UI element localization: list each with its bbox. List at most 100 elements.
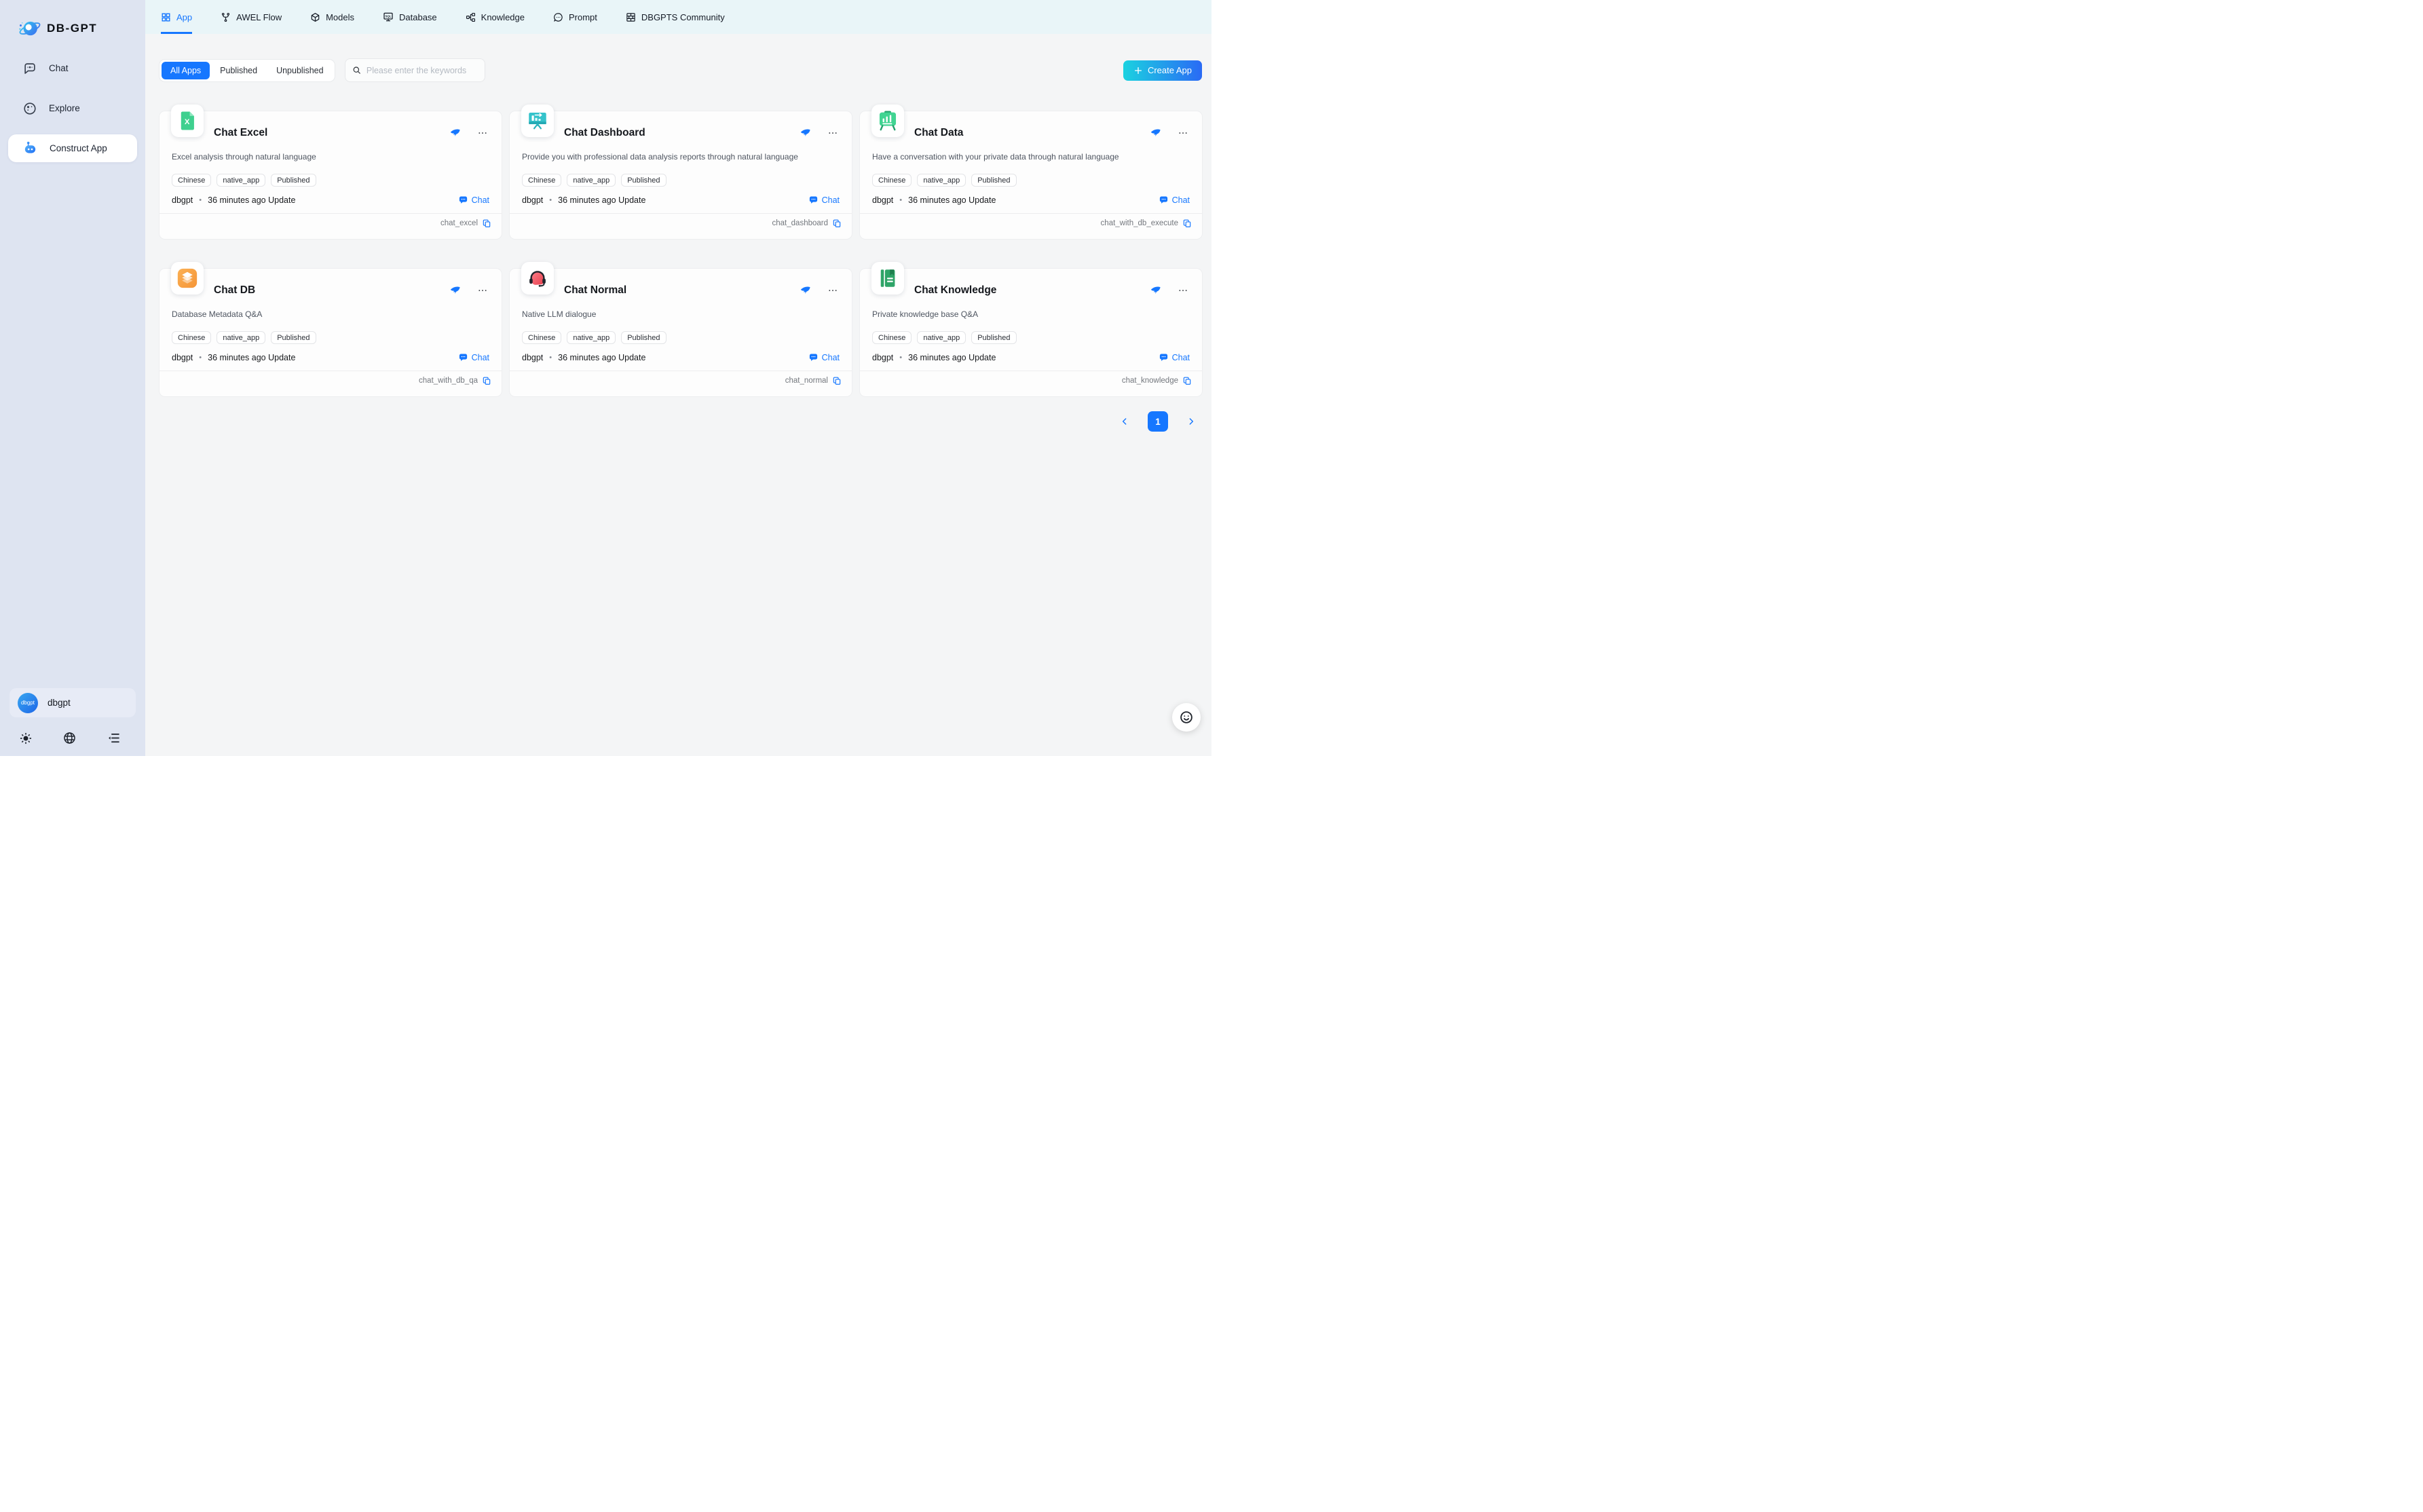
apps-toolbar: All Apps Published Unpublished Create Ap…	[159, 58, 1202, 82]
chat-link[interactable]: Chat	[458, 195, 489, 205]
chat-filled-icon	[1159, 352, 1169, 362]
dingtalk-share-button[interactable]	[800, 285, 811, 297]
dingtalk-share-button[interactable]	[449, 285, 461, 297]
nodes-icon	[466, 12, 476, 22]
dingtalk-share-button[interactable]	[1150, 128, 1161, 139]
tag: native_app	[917, 174, 966, 187]
filter-published[interactable]: Published	[211, 62, 266, 79]
tab-app[interactable]: App	[161, 0, 192, 34]
tag: native_app	[217, 331, 265, 344]
more-options-button[interactable]	[477, 128, 488, 138]
owner-name: dbgpt	[872, 353, 893, 362]
app-code: chat_knowledge	[1122, 377, 1178, 385]
search-input[interactable]	[367, 66, 478, 75]
app-card-description: Native LLM dialogue	[522, 309, 840, 323]
copy-code-button[interactable]	[832, 376, 842, 385]
chat-link[interactable]: Chat	[808, 352, 840, 362]
sidebar-item-construct-app[interactable]: Construct App	[8, 134, 137, 162]
dingtalk-share-button[interactable]	[1150, 285, 1161, 297]
app-card-chat-excel[interactable]: X Chat Excel	[159, 111, 502, 239]
app-card-description: Have a conversation with your private da…	[872, 152, 1190, 166]
app-card-title: Chat Excel	[214, 127, 267, 139]
ellipsis-icon	[477, 128, 488, 138]
tag: Chinese	[522, 331, 561, 344]
page-number-1[interactable]: 1	[1148, 411, 1168, 432]
chat-link[interactable]: Chat	[1159, 195, 1190, 205]
tab-label: Prompt	[569, 12, 597, 22]
copy-code-button[interactable]	[1182, 376, 1192, 385]
copy-icon	[1182, 219, 1192, 228]
tag: Chinese	[172, 331, 211, 344]
more-options-button[interactable]	[1178, 128, 1188, 138]
chat-link[interactable]: Chat	[1159, 352, 1190, 362]
chat-link-label: Chat	[822, 353, 840, 362]
app-icon-tile	[521, 105, 554, 137]
tab-label: Models	[326, 12, 354, 22]
avatar: dbgpt	[18, 693, 38, 713]
sidebar-item-chat[interactable]: Chat	[8, 54, 137, 82]
filter-unpublished[interactable]: Unpublished	[267, 62, 333, 79]
theme-toggle-button[interactable]	[19, 732, 33, 745]
sidebar-item-label: Chat	[49, 63, 69, 73]
tab-prompt[interactable]: Prompt	[553, 0, 597, 34]
owner-name: dbgpt	[872, 195, 893, 205]
language-button[interactable]	[62, 731, 77, 745]
collapse-sidebar-button[interactable]	[107, 731, 121, 745]
app-icon-tile	[171, 262, 204, 295]
more-options-button[interactable]	[827, 285, 838, 296]
app-card-chat-normal[interactable]: Chat Normal Nat	[510, 269, 852, 396]
chat-filled-icon	[808, 195, 819, 205]
owner-name: dbgpt	[522, 195, 543, 205]
keyword-search-box	[345, 58, 485, 82]
copy-code-button[interactable]	[482, 219, 491, 228]
more-options-button[interactable]	[827, 128, 838, 138]
app-card-tags: Chinese native_app Published	[522, 331, 840, 344]
tab-awel-flow[interactable]: AWEL Flow	[221, 0, 282, 34]
updated-text: 36 minutes ago Update	[558, 195, 645, 205]
copy-code-button[interactable]	[482, 376, 491, 385]
app-card-chat-db[interactable]: Chat DB Databas	[159, 269, 502, 396]
dingtalk-share-button[interactable]	[449, 128, 461, 139]
filter-segmented-control: All Apps Published Unpublished	[159, 60, 335, 81]
updated-text: 36 minutes ago Update	[558, 353, 645, 362]
knowledge-book-icon	[876, 267, 899, 290]
tab-dbgpts-community[interactable]: DBGPTS Community	[626, 0, 725, 34]
feedback-fab-button[interactable]	[1172, 703, 1201, 732]
more-options-button[interactable]	[1178, 285, 1188, 296]
meta-separator: •	[549, 354, 552, 362]
tag: Published	[971, 174, 1016, 187]
dingtalk-wing-icon	[449, 128, 461, 139]
app-card-chat-data[interactable]: Chat Data Have	[860, 111, 1202, 239]
sidebar-item-explore[interactable]: Explore	[8, 94, 137, 122]
chat-link[interactable]: Chat	[808, 195, 840, 205]
app-card-chat-dashboard[interactable]: Chat Dashboard	[510, 111, 852, 239]
app-card-title: Chat Dashboard	[564, 127, 645, 139]
tab-database[interactable]: SQL Database	[383, 0, 437, 34]
tab-models[interactable]: Models	[310, 0, 354, 34]
headset-icon	[526, 267, 549, 290]
chat-link[interactable]: Chat	[458, 352, 489, 362]
copy-code-button[interactable]	[1182, 219, 1192, 228]
app-icon-tile	[871, 262, 904, 295]
next-page-button[interactable]	[1186, 416, 1197, 427]
app-card-description: Provide you with professional data analy…	[522, 152, 840, 166]
filter-all-apps[interactable]: All Apps	[162, 62, 210, 79]
app-card-chat-knowledge[interactable]: Chat Knowledge	[860, 269, 1202, 396]
dingtalk-share-button[interactable]	[800, 128, 811, 139]
language-globe-icon	[62, 731, 77, 745]
tab-knowledge[interactable]: Knowledge	[466, 0, 525, 34]
create-app-button[interactable]: Create App	[1123, 60, 1202, 81]
prev-page-button[interactable]	[1119, 416, 1130, 427]
db-stack-icon	[176, 267, 199, 290]
app-code: chat_excel	[440, 219, 478, 227]
copy-code-button[interactable]	[832, 219, 842, 228]
dingtalk-wing-icon	[449, 285, 461, 297]
sidebar: DB-GPT Chat Explore	[0, 0, 145, 756]
search-icon	[352, 65, 361, 75]
more-options-button[interactable]	[477, 285, 488, 296]
ellipsis-icon	[827, 128, 838, 138]
dbgpt-planet-icon	[18, 16, 42, 41]
ellipsis-icon	[477, 285, 488, 296]
user-chip[interactable]: dbgpt dbgpt	[10, 688, 136, 717]
meta-separator: •	[199, 196, 202, 204]
